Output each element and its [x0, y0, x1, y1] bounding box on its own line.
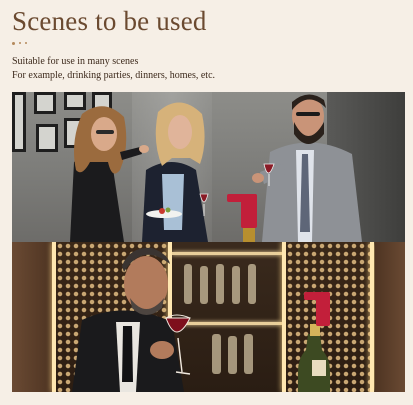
- dot: [19, 42, 21, 44]
- scenes-section: Scenes to be used Suitable for use in ma…: [0, 0, 413, 405]
- subtitle-line-2: For example, drinking parties, dinners, …: [12, 70, 216, 81]
- party-scene-photo: [12, 92, 405, 242]
- dot: [12, 41, 15, 45]
- divider-dots: [12, 41, 27, 45]
- wine-cellar-photo: [12, 242, 405, 392]
- section-title: Scenes to be used: [12, 6, 207, 36]
- wine-taster-illustration: [72, 247, 330, 392]
- party-people-illustration: [70, 94, 362, 242]
- dot: [25, 42, 27, 44]
- subtitle-line-1: Suitable for use in many scenes: [12, 56, 139, 67]
